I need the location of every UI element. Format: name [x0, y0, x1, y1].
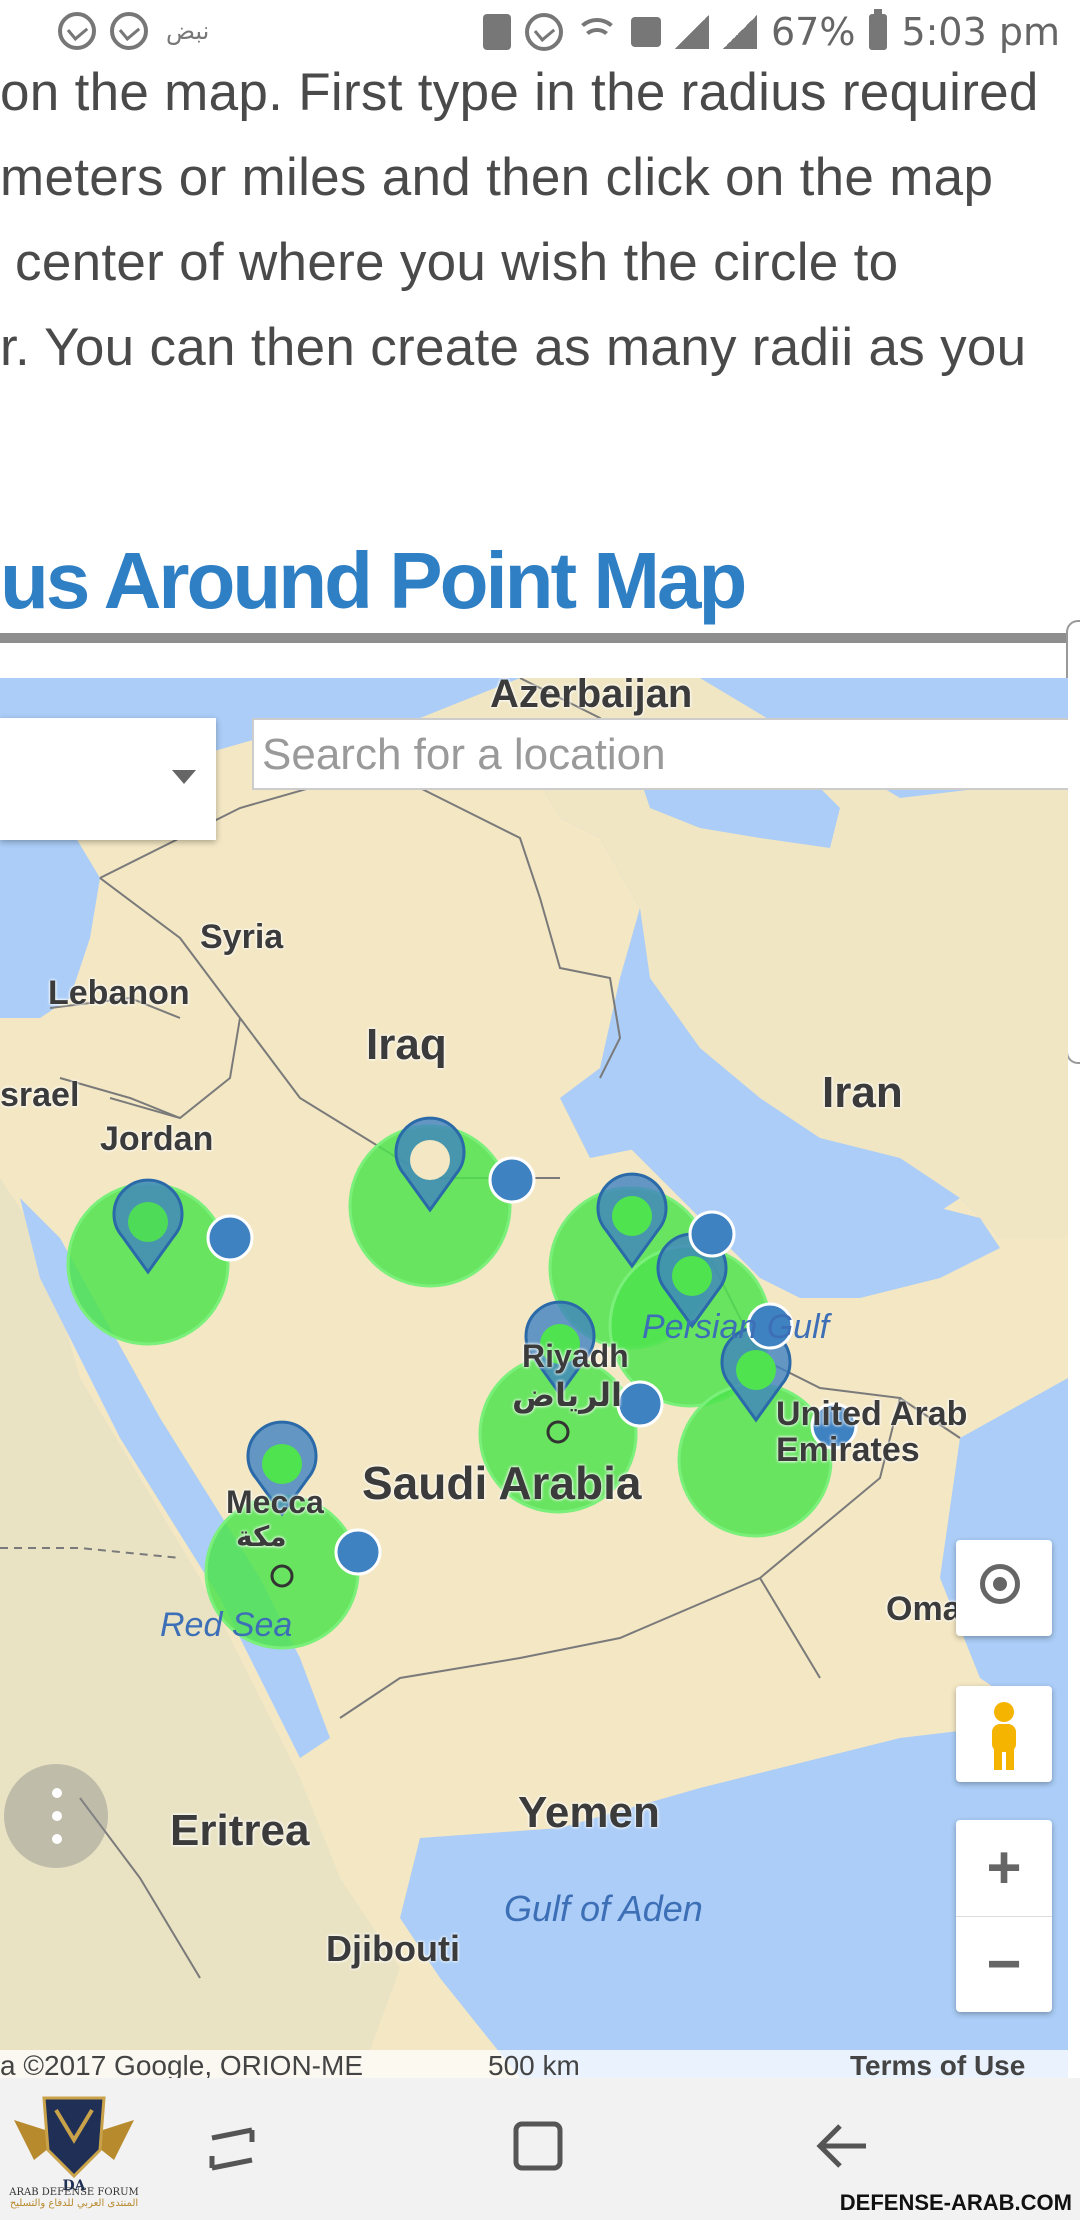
forum-caption-en: ARAB DEFENSE FORUM	[9, 2187, 139, 2198]
map-scale: 500 km	[488, 2050, 580, 2078]
map-label-saudi-arabia: Saudi Arabia	[362, 1457, 642, 1509]
article-line: center of where you wish the circle to	[0, 233, 899, 292]
zoom-control: + −	[956, 1820, 1052, 2012]
article-line: r. You can then create as many radii as …	[0, 318, 1027, 377]
article-line: meters or miles and then click on the ma…	[0, 148, 994, 207]
side-scroll-handle[interactable]	[1066, 620, 1080, 1064]
map-label-mecca-ar: مكة	[236, 1520, 287, 1553]
my-location-button[interactable]	[956, 1540, 1052, 1636]
clock: 5:03 pm	[901, 10, 1060, 54]
recent-apps-icon[interactable]	[208, 2124, 262, 2174]
system-icons: 67% 5:03 pm	[482, 9, 1060, 54]
status-app-label: نبض	[166, 17, 210, 45]
pegman-icon	[992, 1702, 1016, 1770]
chevron-down-icon	[172, 770, 196, 784]
map-label-yemen: Yemen	[518, 1788, 660, 1837]
heading-divider	[0, 633, 1080, 643]
section-heading: us Around Point Map	[0, 536, 747, 625]
zoom-in-button[interactable]: +	[956, 1820, 1052, 1917]
map-label-lebanon: Lebanon	[48, 974, 190, 1012]
street-view-button[interactable]	[956, 1686, 1052, 1782]
wifi-icon	[574, 16, 619, 48]
terms-of-use-link[interactable]: Terms of Use	[850, 2050, 1025, 2078]
map-label-uae: United Arab Emirates	[776, 1395, 968, 1469]
map-label-djibouti: Djibouti	[326, 1928, 460, 1969]
article-paragraph: on the map. First type in the radius req…	[0, 50, 1080, 390]
water-label-gulf-of-aden: Gulf of Aden	[504, 1888, 703, 1929]
map-label-riyadh-ar: الرياض	[512, 1376, 622, 1414]
more-dot	[52, 1811, 62, 1821]
zoom-out-button[interactable]: −	[956, 1916, 1052, 2012]
map-label-azerbaijan: Azerbaijan	[490, 678, 693, 716]
forum-caption: ARAB DEFENSE FORUM المنتدى العربي للدفاع…	[4, 2187, 144, 2209]
notification-icons: نبض	[58, 12, 209, 50]
water-label-red-sea: Red Sea	[160, 1606, 293, 1644]
location-search-input[interactable]: Search for a location	[252, 718, 1068, 790]
more-options-button[interactable]	[4, 1764, 108, 1868]
map-label-iran: Iran	[822, 1068, 903, 1117]
battery-icon	[869, 9, 888, 50]
site-watermark: DEFENSE-ARAB.COM	[839, 2190, 1072, 2215]
home-icon[interactable]	[510, 2118, 566, 2174]
article-line: on the map. First type in the radius req…	[0, 63, 1039, 122]
map-copyright: a ©2017 Google, ORION-ME	[0, 2050, 364, 2078]
map-label-iraq: Iraq	[366, 1020, 447, 1069]
signal-icon-2	[722, 15, 757, 49]
more-dot	[52, 1834, 62, 1844]
alarm-icon	[524, 13, 563, 51]
nfc-icon	[630, 17, 661, 47]
signal-icon-1	[674, 15, 709, 49]
battery-percent: 67%	[770, 10, 856, 54]
more-dot	[52, 1788, 62, 1798]
radius-unit-dropdown[interactable]	[0, 718, 216, 840]
map-canvas[interactable]: Search for a location Azerbaijan Syria L…	[0, 678, 1068, 2078]
crosshair-dot	[993, 1577, 1007, 1591]
map-label-jordan: Jordan	[100, 1120, 214, 1158]
map-label-syria: Syria	[200, 918, 284, 956]
map-label-mecca: Mecca	[226, 1484, 324, 1520]
battery-saver-icon	[482, 14, 511, 50]
map-footer: a ©2017 Google, ORION-ME 500 km Terms of…	[0, 2050, 1068, 2078]
messenger-icon	[58, 12, 96, 50]
map-label-oman: Oma	[886, 1590, 962, 1628]
map-label-riyadh: Riyadh	[522, 1338, 629, 1374]
whatsapp-icon	[110, 12, 148, 50]
water-label-persian-gulf: Persian Gulf	[642, 1308, 830, 1346]
back-icon[interactable]	[812, 2120, 872, 2172]
map-label-eritrea: Eritrea	[170, 1806, 310, 1855]
forum-caption-ar: المنتدى العربي للدفاع والتسليح	[9, 2198, 139, 2209]
map-label-israel: srael	[0, 1076, 80, 1114]
